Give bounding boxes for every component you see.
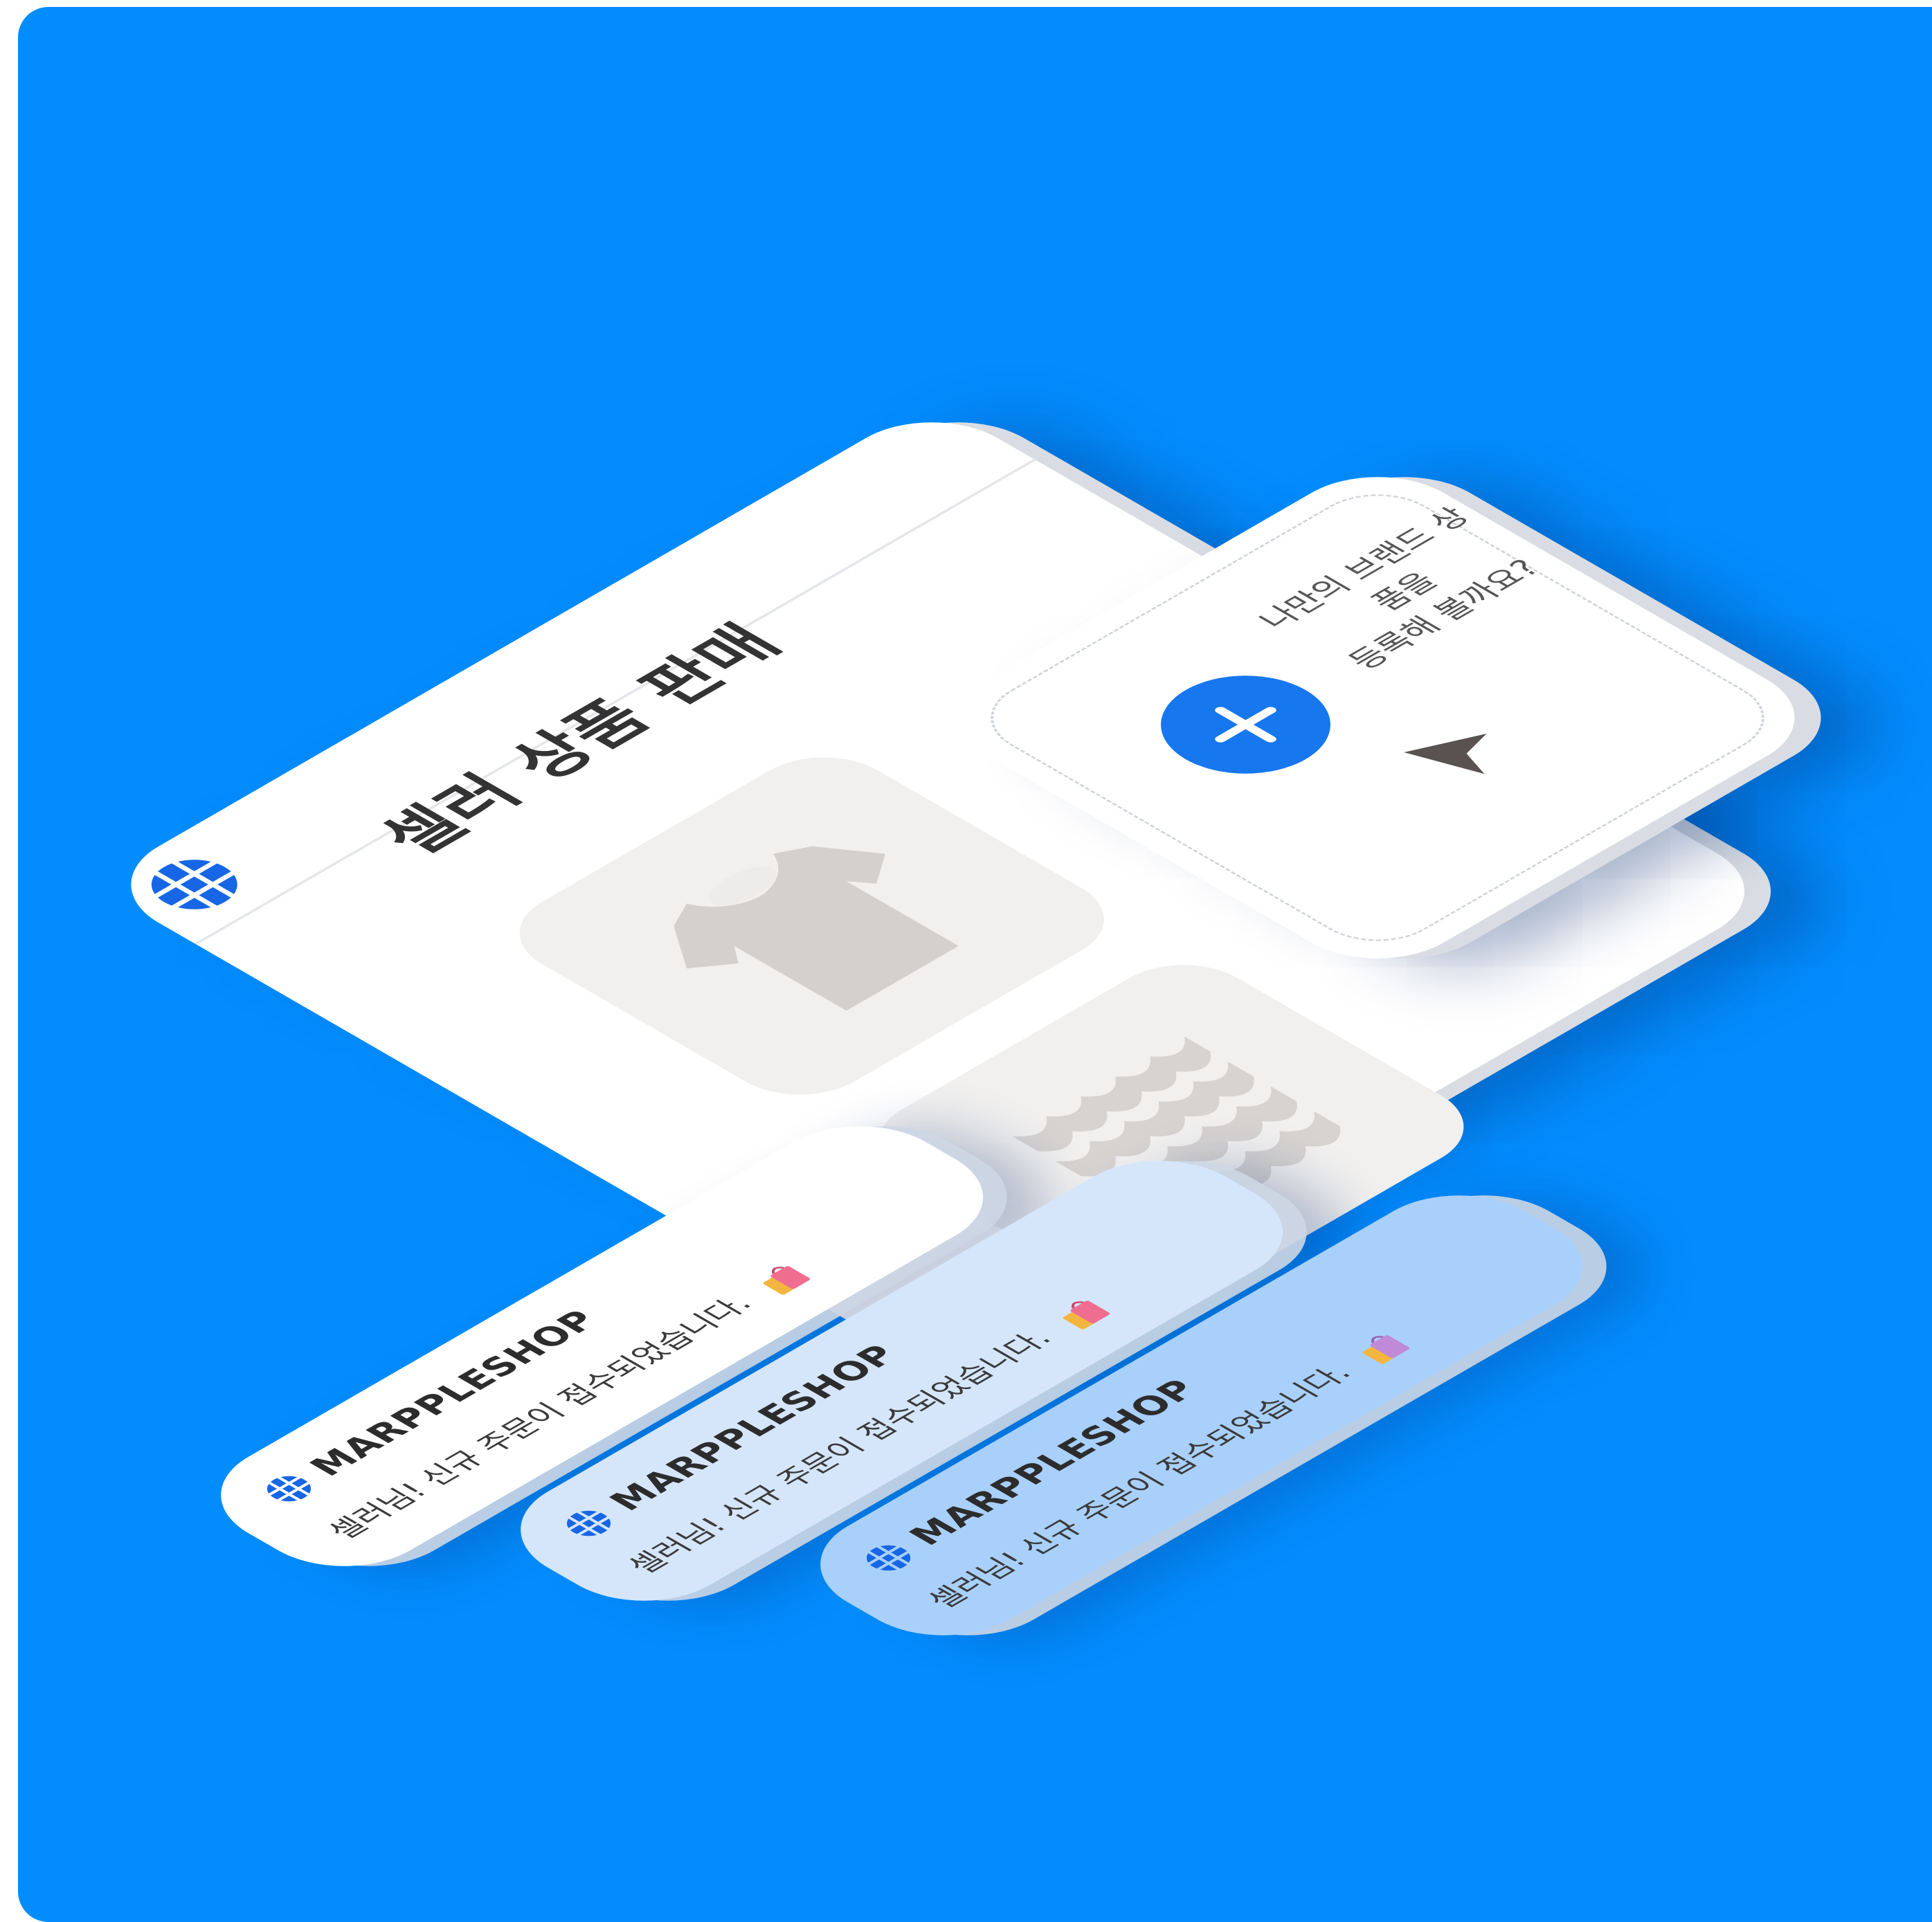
globe-grid-icon: [566, 1510, 611, 1536]
hero-background: 셀러 상품 판매 나만의 브랜드 상품을 등록해 볼까요? MARPPLESHO…: [18, 7, 1932, 1922]
globe-grid-icon: [866, 1545, 911, 1571]
tshirt-icon: [674, 846, 959, 1011]
plus-icon: [1215, 707, 1276, 743]
globe-grid-icon: [151, 860, 237, 909]
globe-grid-icon: [267, 1476, 312, 1502]
shopping-bag-icon: [763, 1266, 810, 1295]
shopping-bag-icon: [1063, 1300, 1110, 1330]
shopping-bag-icon: [1362, 1335, 1409, 1364]
